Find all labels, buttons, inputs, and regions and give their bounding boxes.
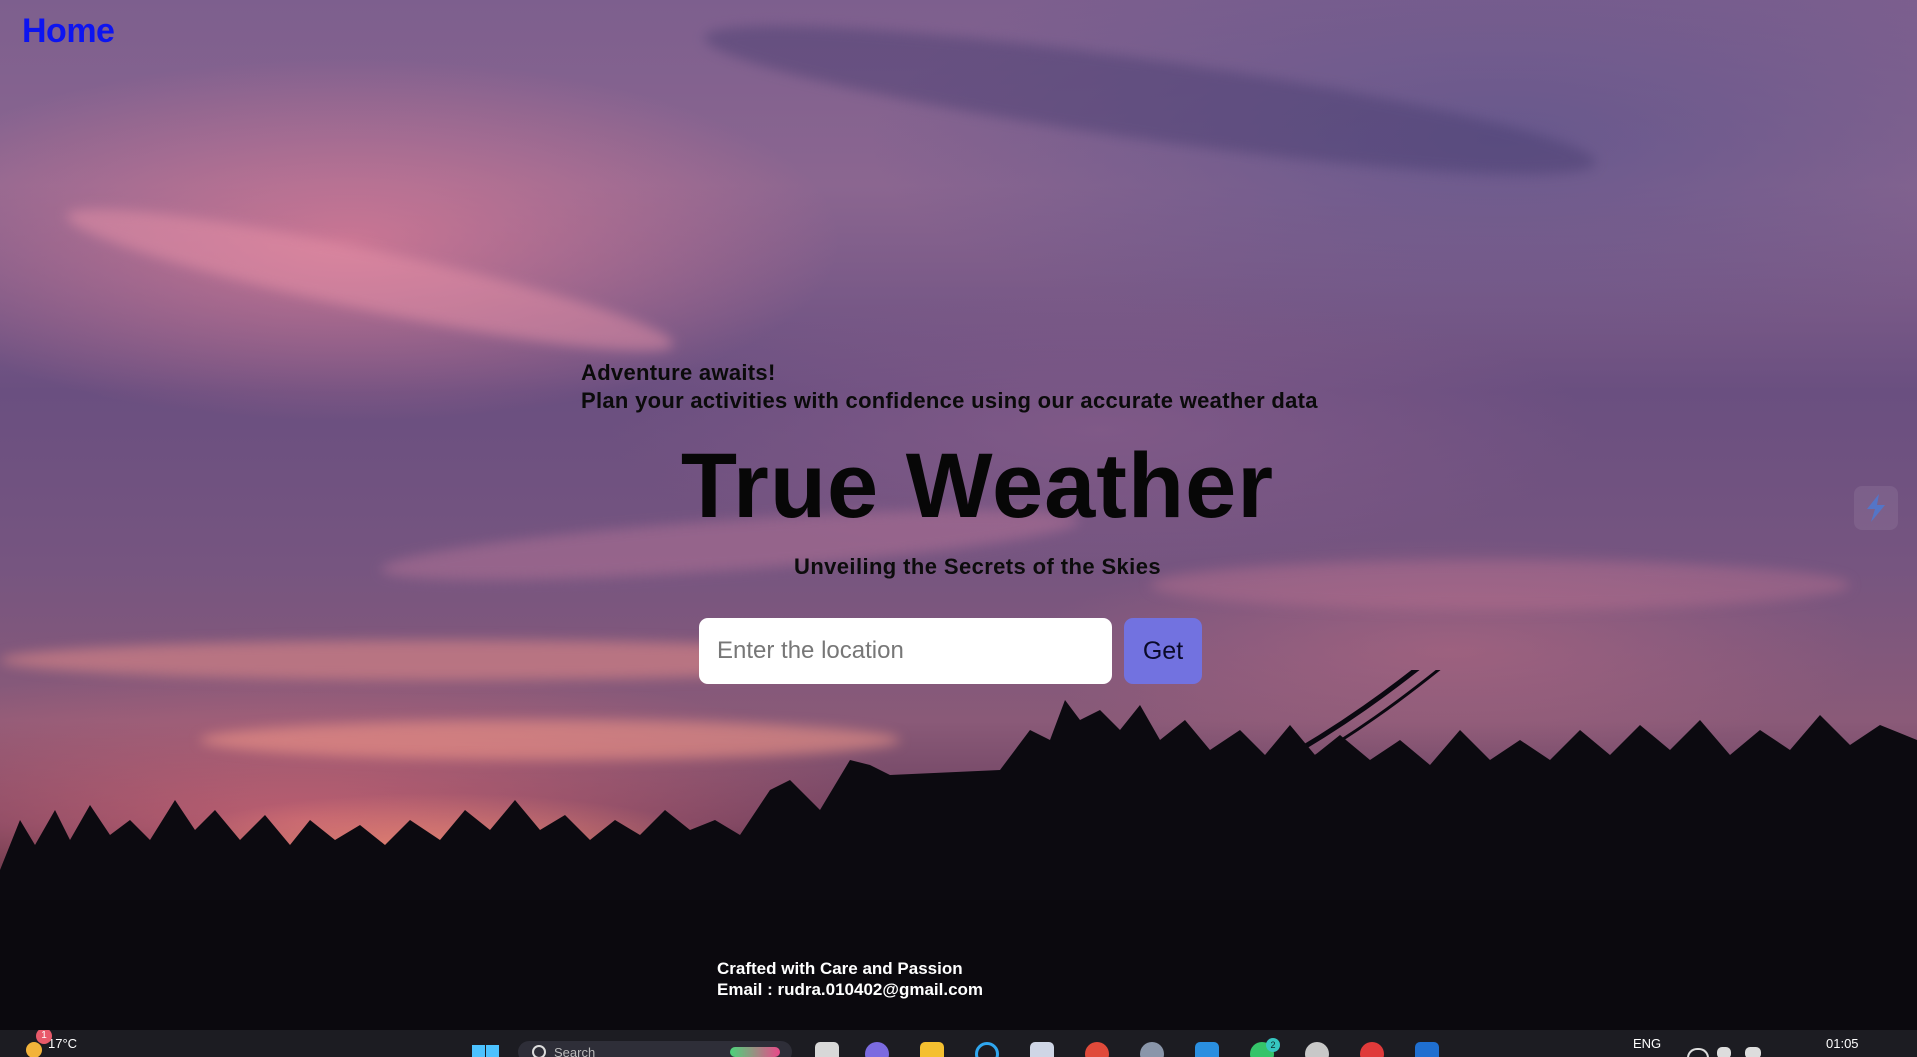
task-view-icon[interactable] [815, 1042, 839, 1057]
side-widget-button[interactable] [1854, 486, 1898, 530]
get-weather-button[interactable]: Get [1124, 618, 1202, 684]
taskbar-search-placeholder: Search [554, 1044, 596, 1057]
windows-start-icon[interactable] [470, 1030, 500, 1057]
tagline-line-2: Plan your activities with confidence usi… [581, 388, 1318, 413]
linkedin-icon[interactable] [1415, 1042, 1439, 1057]
sun-icon [26, 1041, 42, 1057]
taskbar-weather-widget[interactable]: 1 17°C [26, 1030, 77, 1057]
chrome-icon[interactable] [1085, 1042, 1109, 1057]
footer-credit: Crafted with Care and Passion [717, 959, 963, 978]
calendar-app-icon[interactable] [1030, 1042, 1054, 1057]
cortana-icon[interactable] [975, 1042, 999, 1057]
volume-icon[interactable] [1717, 1047, 1731, 1057]
footer-email: Email : rudra.010402@gmail.com [717, 980, 984, 999]
copilot-icon[interactable] [730, 1047, 780, 1057]
settings-gear-icon[interactable] [1140, 1042, 1164, 1057]
media-player-icon[interactable] [1305, 1042, 1329, 1057]
app-title: True Weather [680, 435, 1275, 537]
whatsapp-badge: 2 [1266, 1038, 1280, 1052]
teams-chat-icon[interactable] [865, 1042, 889, 1057]
vscode-icon[interactable] [1195, 1042, 1219, 1057]
hero-tagline: Adventure awaits! Plan your activities w… [581, 359, 1318, 415]
tagline-line-1: Adventure awaits! [581, 360, 776, 385]
tray-language[interactable]: ENG [1633, 1030, 1661, 1057]
app-subtitle: Unveiling the Secrets of the Skies [794, 554, 1161, 579]
os-taskbar: 1 17°C Search 2 ENG 01:05 [0, 1030, 1917, 1057]
footer: Crafted with Care and Passion Email : ru… [717, 958, 983, 1000]
search-icon [532, 1045, 546, 1057]
file-explorer-icon[interactable] [920, 1042, 944, 1057]
tray-clock[interactable]: 01:05 [1826, 1030, 1859, 1057]
clock-time: 01:05 [1826, 1036, 1859, 1051]
home-link[interactable]: Home [22, 12, 115, 51]
red-app-icon[interactable] [1360, 1042, 1384, 1057]
wifi-icon[interactable] [1687, 1048, 1709, 1057]
lightning-bolt-icon [1867, 494, 1885, 522]
battery-icon[interactable] [1745, 1047, 1761, 1057]
weather-temperature: 17°C [48, 1036, 78, 1051]
location-input[interactable] [699, 618, 1112, 684]
language-indicator: ENG [1633, 1036, 1662, 1051]
